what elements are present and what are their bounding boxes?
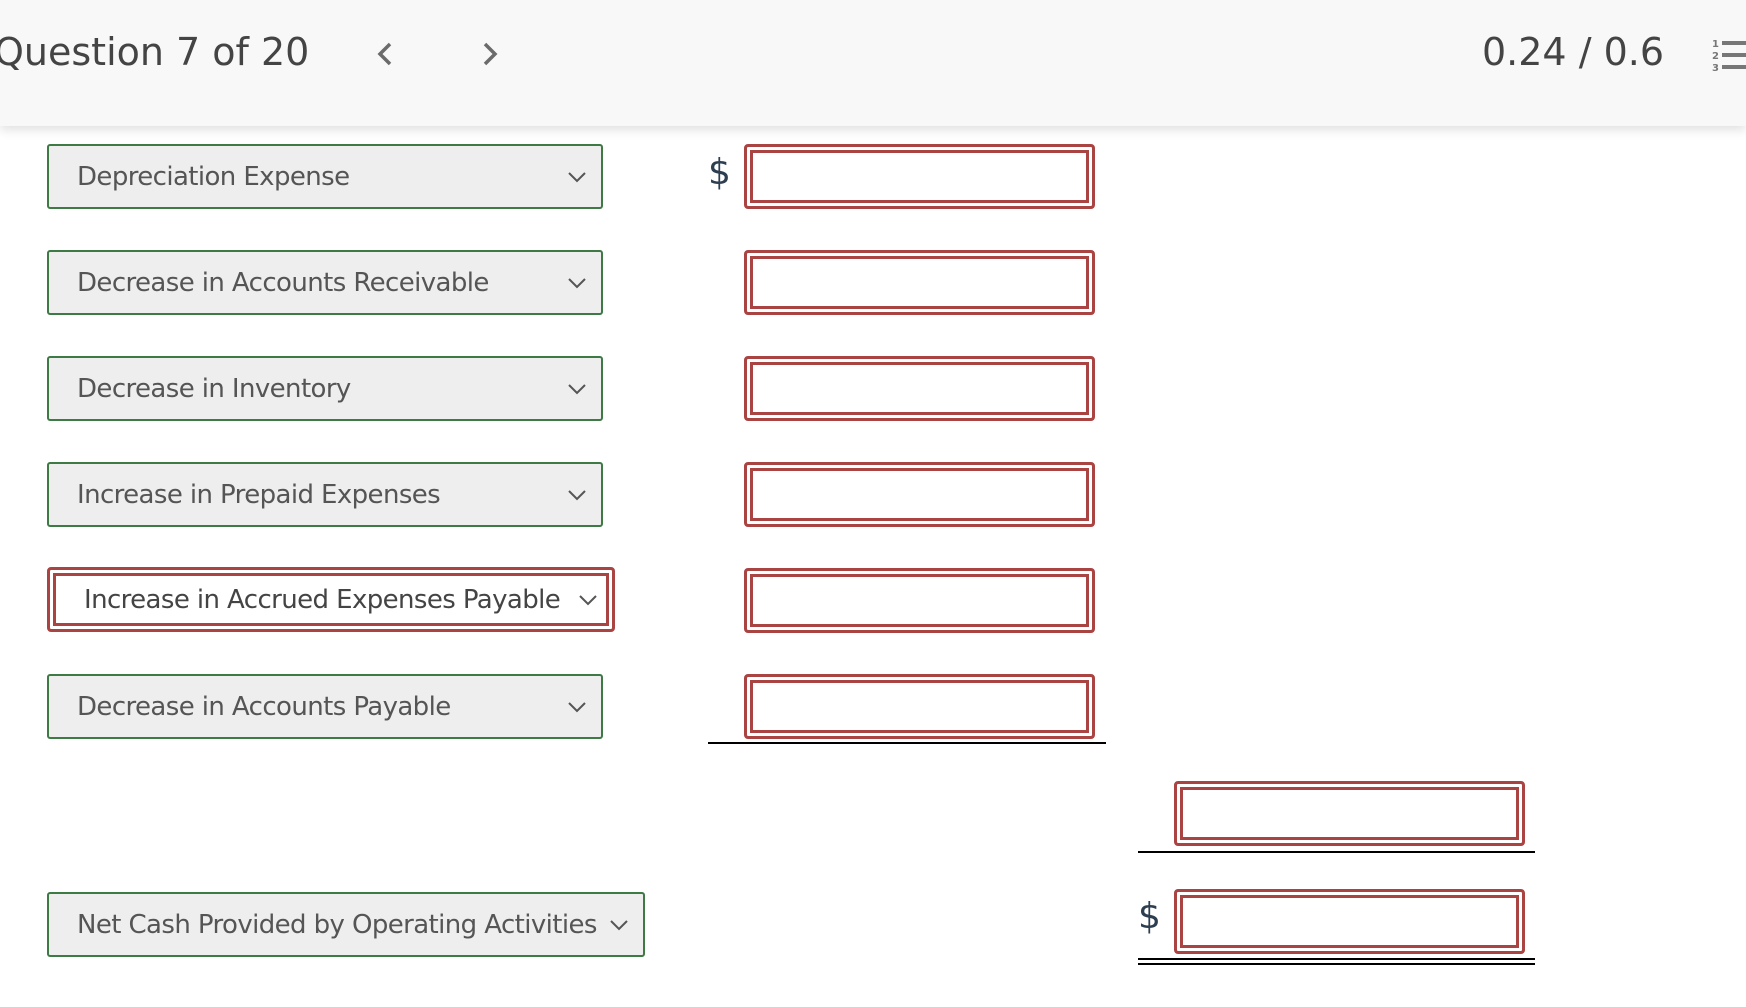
chevron-down-icon	[568, 489, 586, 500]
next-question-button[interactable]	[472, 36, 508, 72]
account-select-1[interactable]: Depreciation Expense	[47, 144, 603, 209]
double-underline-top	[1138, 958, 1535, 960]
svg-text:1: 1	[1712, 39, 1719, 50]
select-value: Decrease in Accounts Receivable	[77, 267, 489, 298]
account-select-5[interactable]: Increase in Accrued Expenses Payable	[47, 567, 615, 632]
chevron-down-icon	[579, 594, 597, 605]
net-cash-select[interactable]: Net Cash Provided by Operating Activitie…	[47, 892, 645, 957]
select-value: Increase in Accrued Expenses Payable	[84, 584, 561, 615]
select-value: Net Cash Provided by Operating Activitie…	[77, 909, 597, 940]
chevron-right-icon	[483, 42, 498, 66]
score-display: 0.24 / 0.6	[1482, 30, 1665, 74]
account-select-4[interactable]: Increase in Prepaid Expenses	[47, 462, 603, 527]
account-select-3[interactable]: Decrease in Inventory	[47, 356, 603, 421]
net-cash-input[interactable]	[1174, 889, 1525, 954]
question-counter: Question 7 of 20	[0, 30, 310, 74]
account-select-6[interactable]: Decrease in Accounts Payable	[47, 674, 603, 739]
double-underline-bottom	[1138, 963, 1535, 965]
select-value: Increase in Prepaid Expenses	[77, 479, 441, 510]
chevron-down-icon	[610, 919, 628, 930]
currency-symbol: $	[708, 152, 731, 193]
previous-question-button[interactable]	[367, 36, 403, 72]
amount-input-3[interactable]	[744, 356, 1095, 421]
amount-input-4[interactable]	[744, 462, 1095, 527]
select-value: Decrease in Accounts Payable	[77, 691, 451, 722]
subtotal-input[interactable]	[1174, 781, 1525, 846]
currency-symbol: $	[1138, 896, 1161, 937]
select-value: Decrease in Inventory	[77, 373, 351, 404]
question-list-button[interactable]: 1 2 3	[1712, 38, 1746, 74]
select-value: Depreciation Expense	[77, 161, 350, 192]
svg-text:2: 2	[1712, 51, 1719, 62]
amount-input-6[interactable]	[744, 674, 1095, 739]
chevron-down-icon	[568, 701, 586, 712]
chevron-down-icon	[568, 171, 586, 182]
account-select-2[interactable]: Decrease in Accounts Receivable	[47, 250, 603, 315]
chevron-left-icon	[377, 42, 392, 66]
total-underline	[1138, 851, 1535, 853]
question-header: Question 7 of 20 0.24 / 0.6 1 2 3	[0, 0, 1746, 126]
amount-input-2[interactable]	[744, 250, 1095, 315]
amount-input-5[interactable]	[744, 568, 1095, 633]
chevron-down-icon	[568, 383, 586, 394]
subtotal-underline	[708, 742, 1106, 744]
amount-input-1[interactable]	[744, 144, 1095, 209]
chevron-down-icon	[568, 277, 586, 288]
svg-text:3: 3	[1712, 63, 1719, 72]
numbered-list-icon: 1 2 3	[1712, 39, 1746, 74]
